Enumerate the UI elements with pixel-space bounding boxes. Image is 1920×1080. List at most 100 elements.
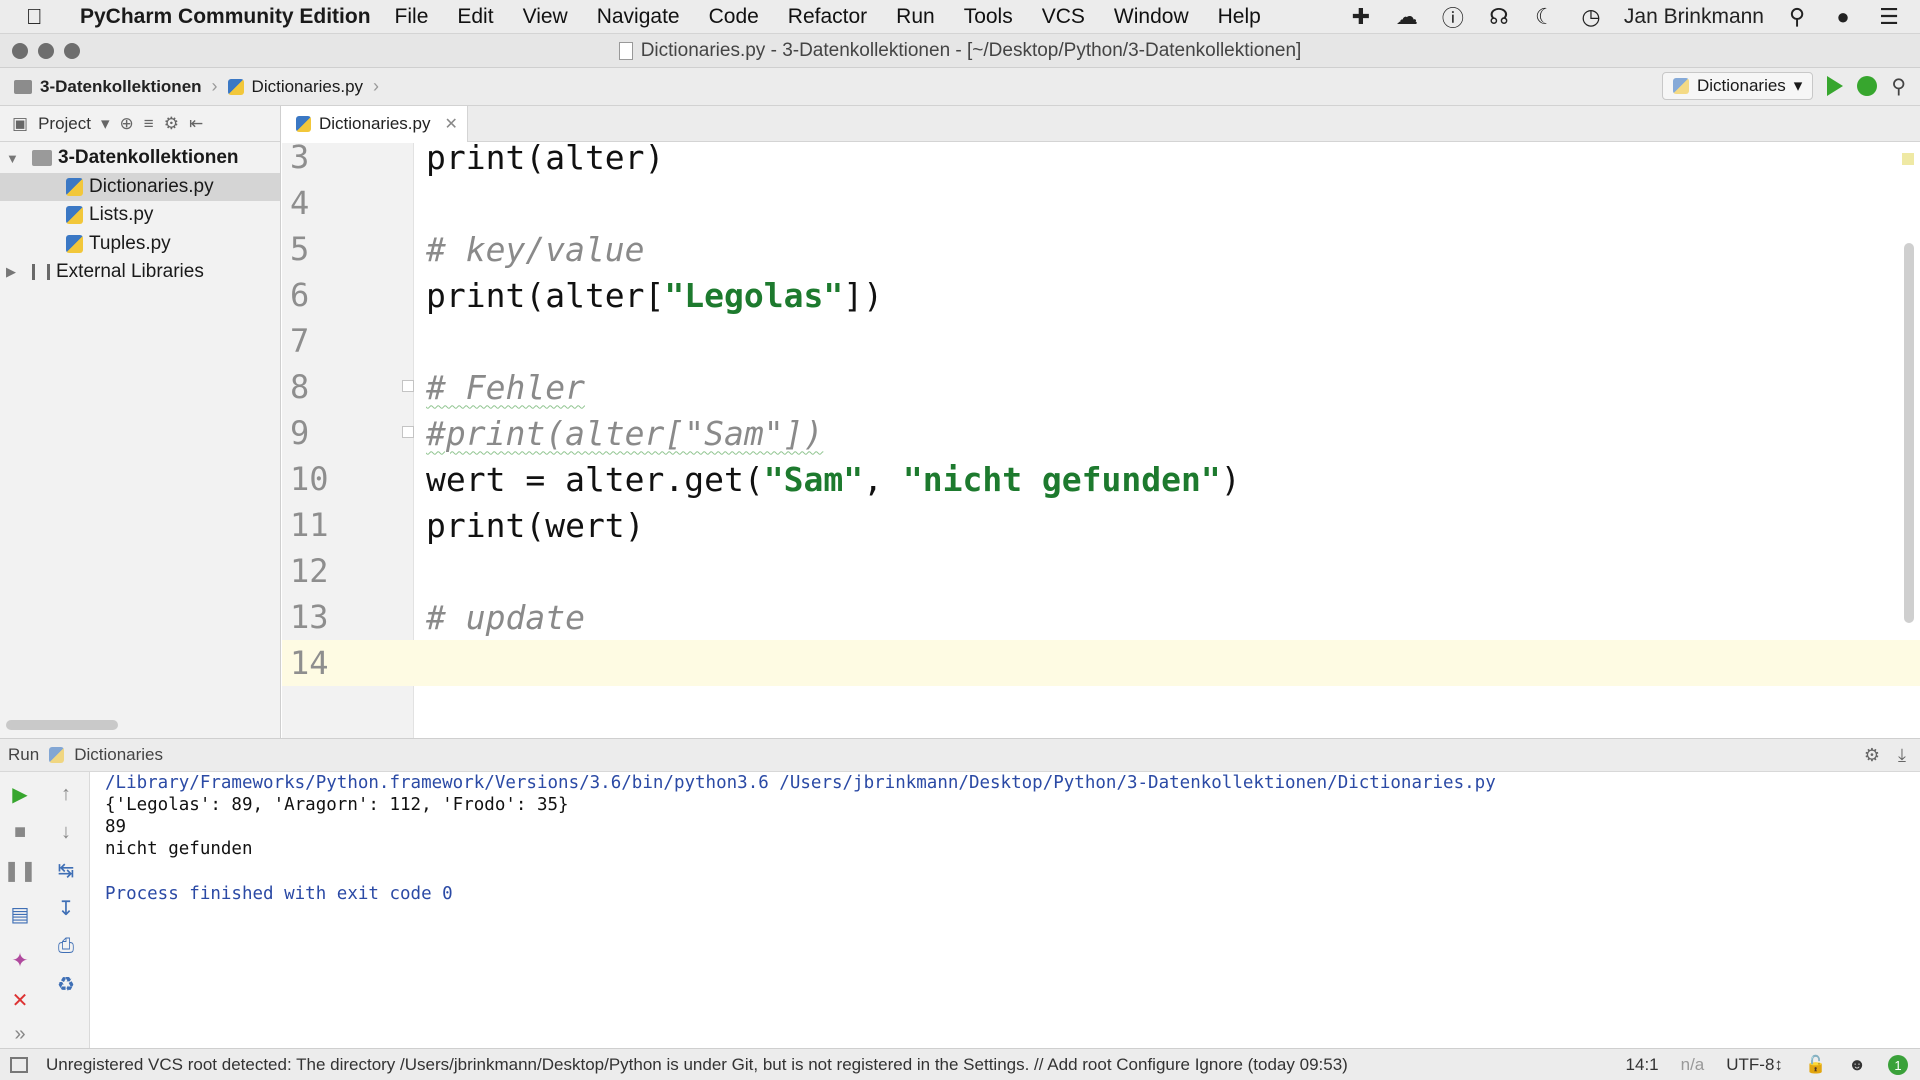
- close-window-button[interactable]: [12, 43, 28, 59]
- horizontal-scrollbar[interactable]: [6, 720, 118, 730]
- run-icon[interactable]: [1827, 76, 1844, 96]
- more-icon[interactable]: »: [8, 1022, 32, 1046]
- project-view-select[interactable]: Project: [38, 114, 91, 134]
- run-panel-config: Dictionaries: [74, 745, 163, 764]
- apple-logo-icon[interactable]: : [26, 4, 58, 30]
- menu-code[interactable]: Code: [709, 5, 759, 29]
- pin-icon[interactable]: ✦: [8, 948, 32, 972]
- cloud-tray-icon[interactable]: ☁: [1394, 4, 1420, 30]
- code-line[interactable]: 9 #print(alter["Sam"]): [282, 410, 1920, 456]
- soft-wrap-icon[interactable]: ↹: [54, 858, 78, 882]
- code-line[interactable]: 7: [282, 318, 1920, 364]
- fold-marker-icon[interactable]: [402, 380, 414, 392]
- layout-icon[interactable]: ▤: [8, 902, 32, 926]
- minimize-window-button[interactable]: [38, 43, 54, 59]
- arrow-up-icon[interactable]: ↑: [54, 782, 78, 806]
- line-number: 13: [290, 598, 329, 636]
- stop-icon[interactable]: ■: [8, 820, 32, 844]
- menu-help[interactable]: Help: [1218, 5, 1261, 29]
- tree-item-label: External Libraries: [56, 261, 204, 283]
- code-line[interactable]: 3 print(alter): [282, 143, 1920, 180]
- vertical-scrollbar[interactable]: [1904, 243, 1914, 623]
- code-text: print(alter): [426, 143, 665, 177]
- tree-item-external-libraries[interactable]: ▶ External Libraries: [0, 258, 280, 287]
- menu-view[interactable]: View: [523, 5, 568, 29]
- code-line[interactable]: 13 # update: [282, 594, 1920, 640]
- current-code-line[interactable]: 14: [282, 640, 1920, 686]
- menu-file[interactable]: File: [395, 5, 429, 29]
- close-icon[interactable]: ✕: [8, 988, 32, 1012]
- collapse-all-icon[interactable]: ≡: [144, 114, 154, 134]
- run-console[interactable]: /Library/Frameworks/Python.framework/Ver…: [92, 772, 1920, 1048]
- vcs-notification-message[interactable]: Unregistered VCS root detected: The dire…: [46, 1055, 1348, 1075]
- event-log-badge[interactable]: 1: [1888, 1055, 1908, 1075]
- code-line[interactable]: 10 wert = alter.get("Sam", "nicht gefund…: [282, 456, 1920, 502]
- app-menu[interactable]: PyCharm Community Edition: [80, 5, 371, 29]
- inspection-status-icon[interactable]: [1902, 153, 1914, 165]
- menu-run[interactable]: Run: [896, 5, 935, 29]
- gear-icon[interactable]: ⚙: [1864, 745, 1880, 766]
- breadcrumb-file[interactable]: Dictionaries.py: [227, 77, 363, 97]
- debug-icon[interactable]: [1857, 76, 1878, 96]
- plus-tray-icon[interactable]: ✚: [1348, 4, 1374, 30]
- tree-item-file[interactable]: Lists.py: [0, 201, 280, 230]
- inspector-icon[interactable]: ☻: [1848, 1055, 1866, 1075]
- hide-panel-icon[interactable]: ⤓: [1898, 745, 1906, 766]
- tab-dictionaries[interactable]: Dictionaries.py ✕: [282, 106, 468, 142]
- collapsed-arrow-icon[interactable]: ▶: [6, 264, 18, 280]
- code-line[interactable]: 8 # Fehler: [282, 364, 1920, 410]
- code-line[interactable]: 5 # key/value: [282, 226, 1920, 272]
- file-encoding[interactable]: UTF-8↕: [1726, 1055, 1783, 1075]
- breadcrumb-separator: ›: [211, 76, 218, 96]
- code-line[interactable]: 6 print(alter["Legolas"]): [282, 272, 1920, 318]
- time-machine-icon[interactable]: ◷: [1578, 4, 1604, 30]
- menu-tools[interactable]: Tools: [964, 5, 1013, 29]
- line-number: 3: [290, 143, 310, 176]
- lock-icon[interactable]: 🔓: [1805, 1055, 1826, 1075]
- spotlight-search-icon[interactable]: ⚲: [1784, 4, 1810, 30]
- gear-icon[interactable]: ⚙: [164, 114, 179, 134]
- fold-marker-icon[interactable]: [402, 426, 414, 438]
- arrow-down-icon[interactable]: ↓: [54, 820, 78, 844]
- run-panel-header: Run Dictionaries ⚙ ⤓: [0, 738, 1920, 772]
- code-line[interactable]: 11 print(wert): [282, 502, 1920, 548]
- expanded-arrow-icon[interactable]: ▼: [6, 151, 19, 166]
- code-line[interactable]: 12: [282, 548, 1920, 594]
- python-file-icon: [66, 206, 83, 225]
- menu-edit[interactable]: Edit: [457, 5, 493, 29]
- print-icon[interactable]: ⎙: [54, 934, 78, 958]
- pause-icon[interactable]: ❚❚: [3, 858, 37, 882]
- code-text: wert = alter.get("Sam", "nicht gefunden"…: [426, 459, 1241, 499]
- headphones-tray-icon[interactable]: ☊: [1486, 4, 1512, 30]
- close-tab-icon[interactable]: ✕: [445, 114, 458, 134]
- toggle-tool-windows-icon[interactable]: [10, 1057, 28, 1073]
- notification-center-icon[interactable]: ☰: [1876, 4, 1902, 30]
- breadcrumb-project[interactable]: 3-Datenkollektionen: [14, 77, 202, 97]
- tree-item-file[interactable]: Dictionaries.py: [0, 172, 280, 201]
- search-everywhere-icon[interactable]: ⚲: [1891, 74, 1906, 99]
- zoom-window-button[interactable]: [64, 43, 80, 59]
- scroll-to-end-icon[interactable]: ↧: [54, 896, 78, 920]
- tree-item-label: Lists.py: [89, 204, 154, 226]
- python-config-icon: [49, 747, 65, 763]
- menu-vcs[interactable]: VCS: [1042, 5, 1085, 29]
- tree-item-root[interactable]: ▼ 3-Datenkollektionen: [0, 144, 280, 173]
- run-toolbar: Dictionaries ▾ ⚲: [1661, 72, 1906, 100]
- menu-window[interactable]: Window: [1114, 5, 1189, 29]
- rerun-icon[interactable]: ▶: [8, 782, 32, 806]
- menu-navigate[interactable]: Navigate: [597, 5, 680, 29]
- tree-item-file[interactable]: Tuples.py: [0, 230, 280, 259]
- code-line[interactable]: 4: [282, 180, 1920, 226]
- leaf-tray-icon[interactable]: ☾: [1532, 4, 1558, 30]
- password-tray-icon[interactable]: ⓘ: [1440, 4, 1466, 31]
- user-name[interactable]: Jan Brinkmann: [1624, 5, 1764, 29]
- trash-icon[interactable]: ♻: [54, 972, 78, 996]
- locate-icon[interactable]: ⊕: [120, 114, 134, 134]
- caret-position[interactable]: 14:1: [1626, 1055, 1659, 1075]
- hide-panel-icon[interactable]: ⇤: [189, 114, 203, 134]
- run-configuration-select[interactable]: Dictionaries ▾: [1661, 72, 1814, 100]
- menu-refactor[interactable]: Refactor: [788, 5, 867, 29]
- siri-icon[interactable]: ●: [1830, 4, 1856, 30]
- line-separator-indicator[interactable]: n/a: [1681, 1055, 1705, 1075]
- code-editor[interactable]: 3 print(alter) 4 5 # key/value 6 print(a…: [282, 143, 1920, 738]
